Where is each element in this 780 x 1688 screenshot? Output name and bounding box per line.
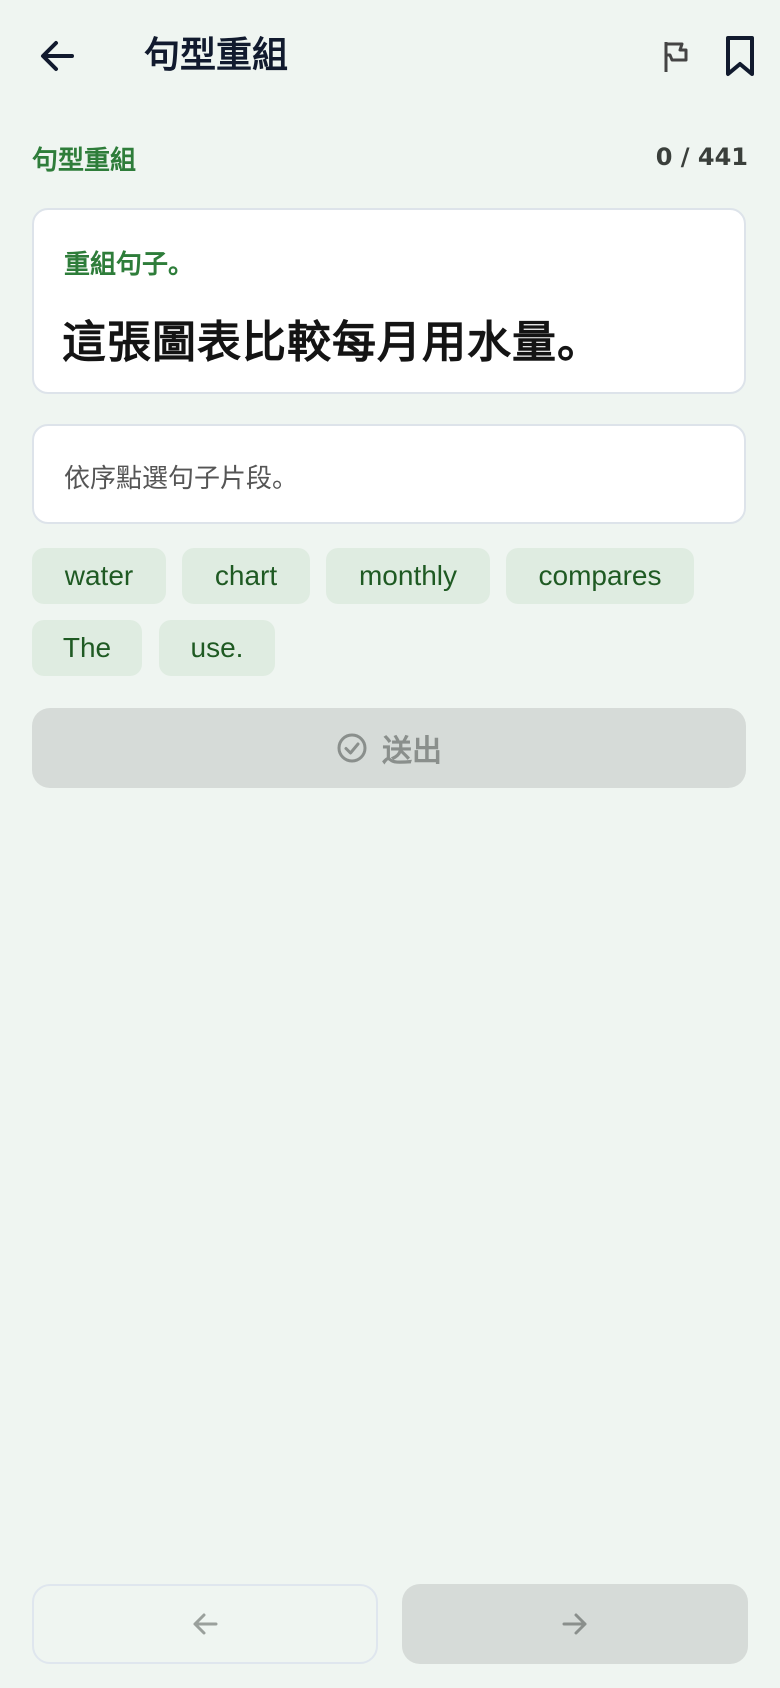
back-button[interactable] [36, 34, 80, 78]
word-chip[interactable]: The [32, 620, 142, 676]
flag-icon [664, 42, 688, 72]
submit-button[interactable]: 送出 [32, 708, 746, 788]
arrow-right-icon [562, 1613, 587, 1635]
bookmark-button[interactable] [722, 34, 758, 78]
progress-counter: 0 / 441 [655, 143, 748, 171]
arrow-left-icon [41, 41, 74, 71]
word-chip[interactable]: water [32, 548, 166, 604]
section-label: 句型重組 [32, 146, 137, 176]
top-app-bar: 句型重組 [0, 0, 780, 112]
prompt-card: 重組句子。 這張圖表比較每月用水量。 [32, 208, 746, 394]
answer-area[interactable]: 依序點選句子片段。 [32, 424, 746, 524]
word-chip[interactable]: monthly [326, 548, 490, 604]
word-chip[interactable]: compares [506, 548, 694, 604]
report-button[interactable] [660, 38, 694, 76]
next-button[interactable] [402, 1584, 748, 1664]
bookmark-icon [726, 36, 754, 76]
page-title: 句型重組 [144, 35, 289, 76]
word-chip[interactable]: use. [159, 620, 275, 676]
arrow-left-icon [193, 1613, 218, 1635]
word-chip[interactable]: chart [182, 548, 310, 604]
submit-label: 送出 [382, 734, 442, 769]
check-circle-icon [337, 733, 367, 763]
source-sentence: 這張圖表比較每月用水量。 [62, 317, 602, 368]
answer-placeholder: 依序點選句子片段。 [64, 464, 299, 494]
instruction-text: 重組句子。 [64, 250, 195, 280]
previous-button[interactable] [32, 1584, 378, 1664]
